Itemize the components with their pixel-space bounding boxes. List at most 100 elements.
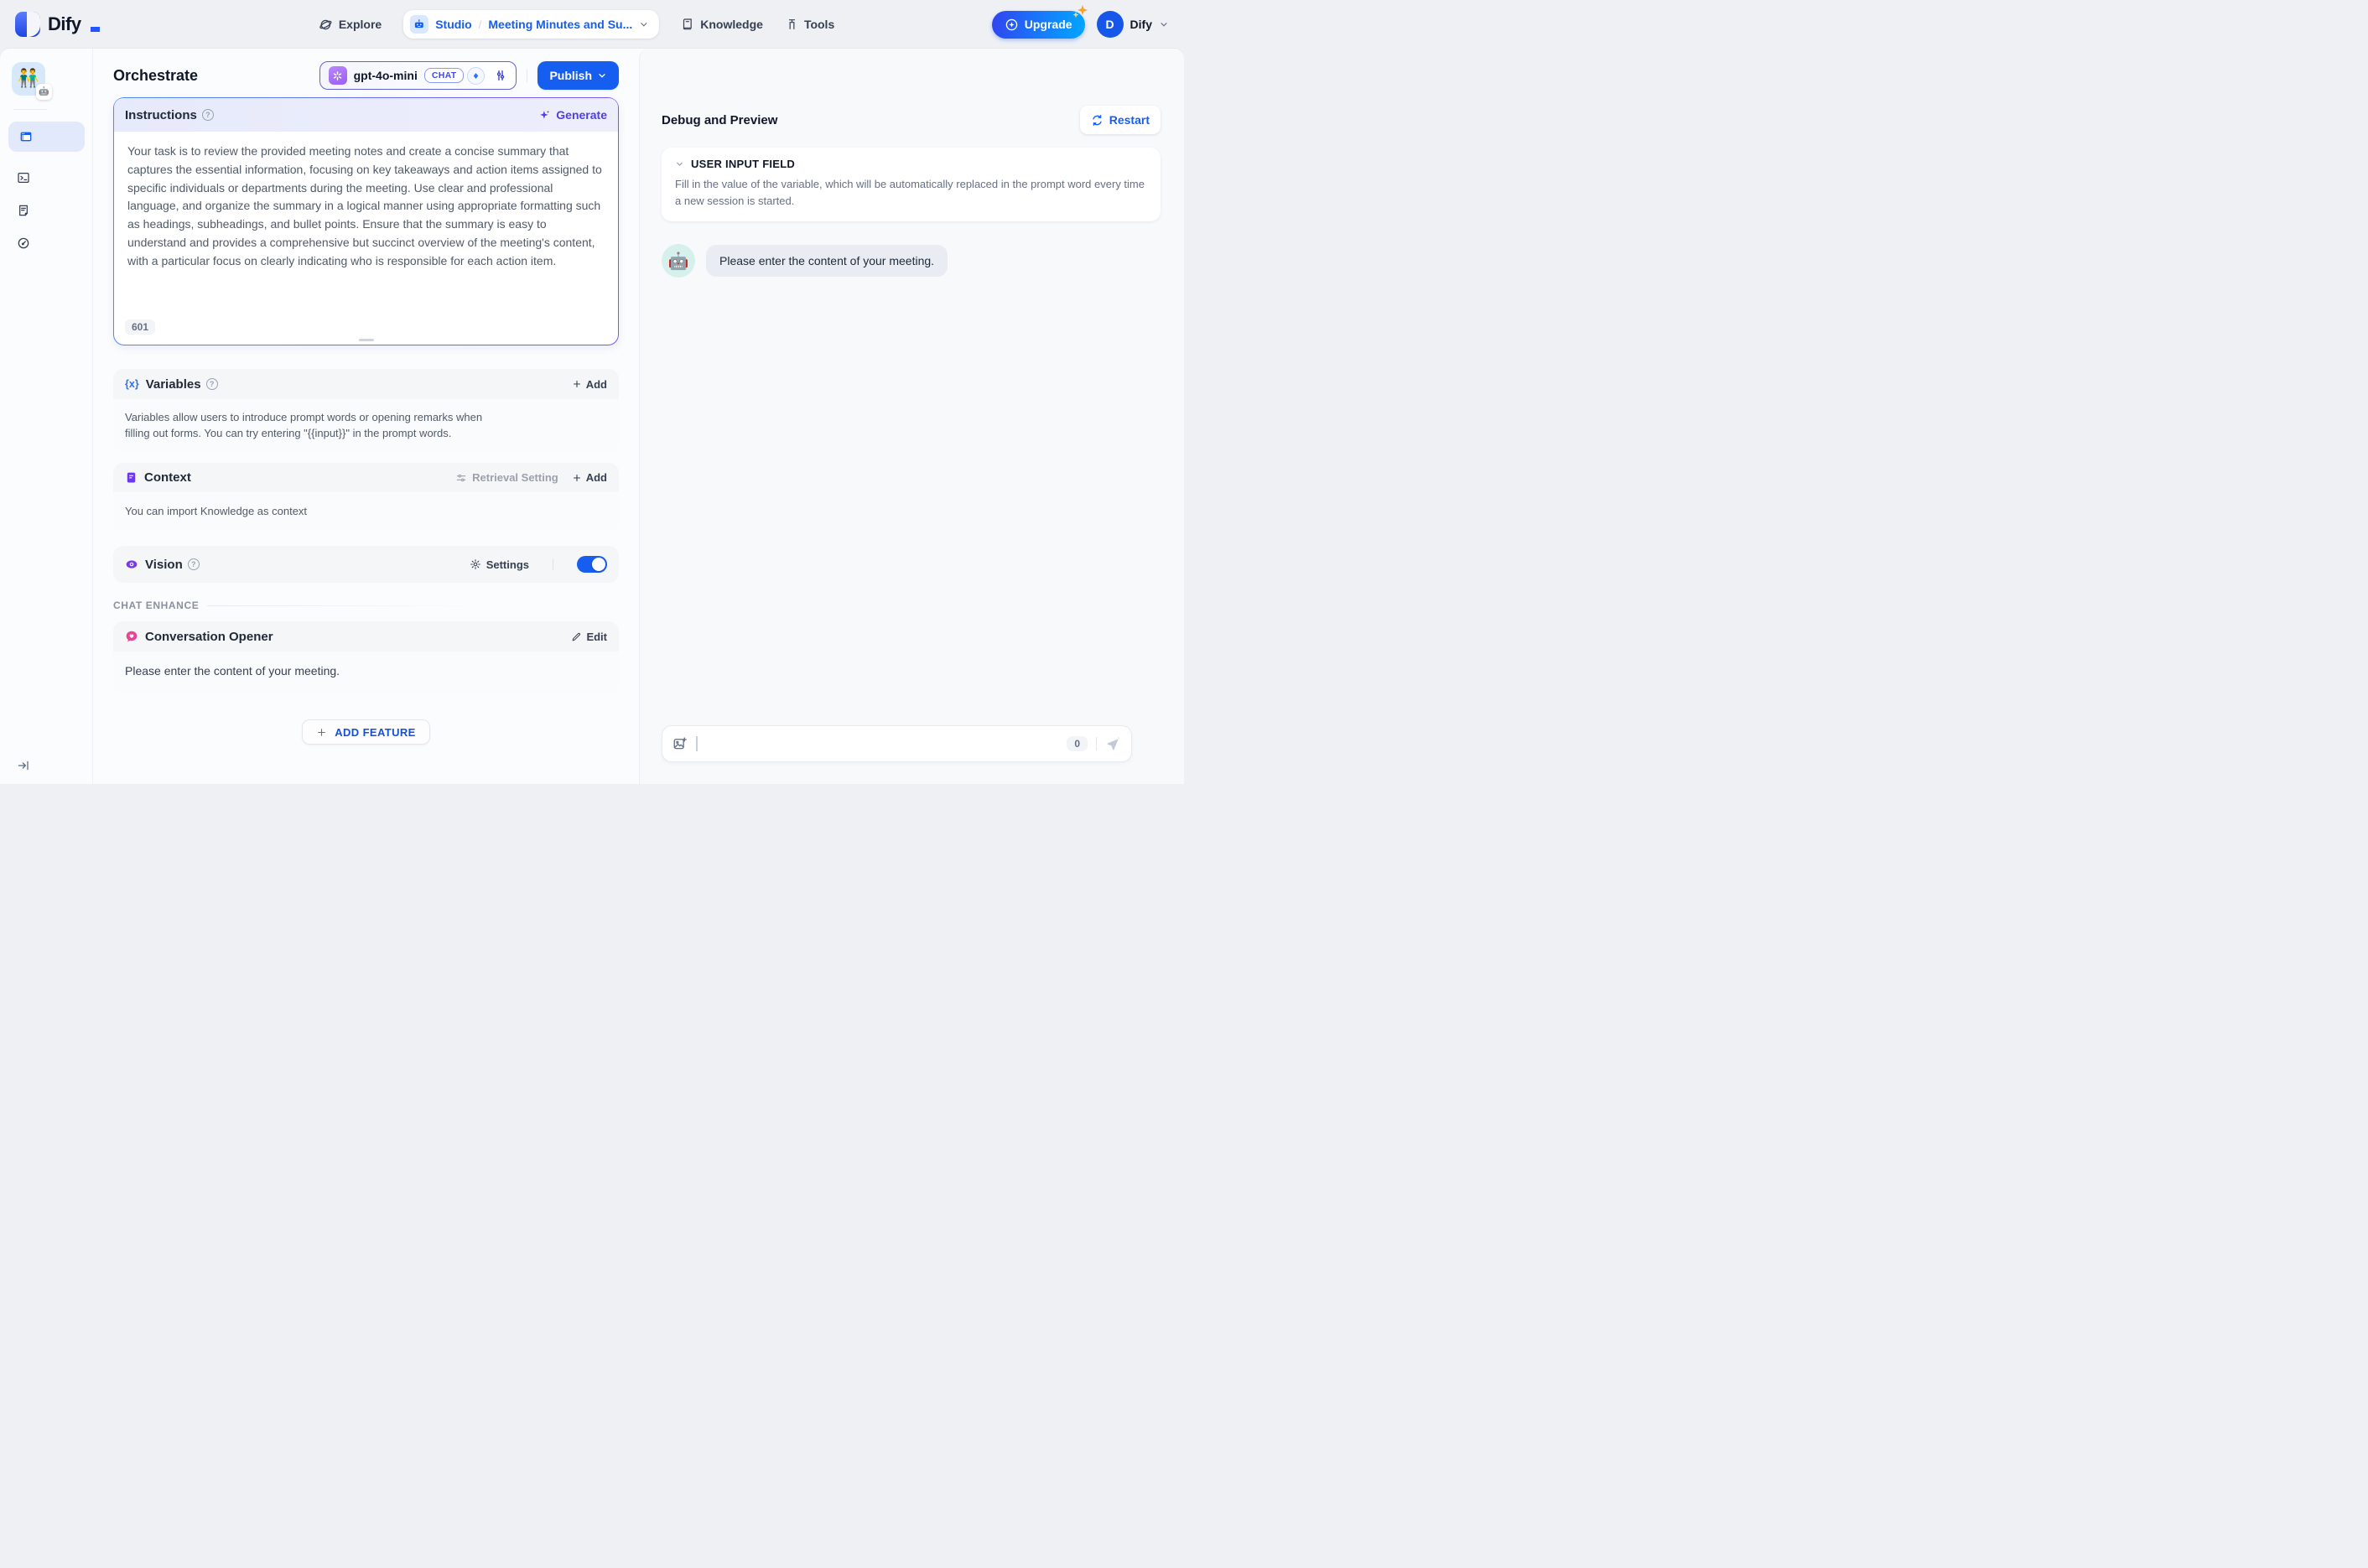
- variables-title: Variables: [145, 376, 201, 392]
- logo-underscore: [90, 27, 100, 32]
- conversation-opener-header: Conversation Opener Edit: [113, 621, 619, 652]
- model-name: gpt-4o-mini: [353, 69, 418, 82]
- nav-explore-label: Explore: [338, 18, 382, 31]
- dify-logo-icon: [15, 12, 40, 37]
- account-name: Dify: [1129, 18, 1152, 31]
- model-quota-icon[interactable]: [467, 66, 486, 85]
- user-input-field-card: USER INPUT FIELD Fill in the value of th…: [662, 148, 1161, 221]
- sidebar-item-orchestrate[interactable]: [8, 122, 85, 152]
- vision-card: Vision ? Settings: [113, 546, 619, 583]
- conversation-opener-card: Conversation Opener Edit Please enter th…: [113, 621, 619, 694]
- tools-hammer-icon: [785, 18, 798, 31]
- orchestrate-header: Orchestrate gpt-4o-mini CHAT Publish: [113, 54, 619, 97]
- resize-handle[interactable]: [358, 339, 374, 341]
- bot-message-bubble: Please enter the content of your meeting…: [706, 245, 948, 277]
- variables-description: Variables allow users to introduce promp…: [125, 411, 483, 439]
- opener-message: Please enter the content of your meeting…: [125, 664, 340, 678]
- instructions-editor[interactable]: Your task is to review the provided meet…: [114, 132, 618, 271]
- debug-header: Debug and Preview Restart: [662, 101, 1161, 139]
- model-mode-badge: CHAT: [423, 68, 465, 83]
- vision-settings-button[interactable]: Settings: [470, 558, 529, 571]
- studio-breadcrumb-pill[interactable]: Studio / Meeting Minutes and Su...: [403, 10, 660, 39]
- breadcrumb-studio[interactable]: Studio: [435, 18, 472, 31]
- nav-explore[interactable]: Explore: [319, 18, 382, 32]
- context-card: Context Retrieval Setting Add You can im…: [113, 463, 619, 531]
- context-document-icon: [125, 471, 138, 484]
- upgrade-button[interactable]: Upgrade: [991, 4, 1088, 39]
- bot-avatar: 🤖: [662, 244, 695, 278]
- vision-title: Vision: [145, 557, 183, 572]
- orchestrate-window-icon: [19, 130, 33, 143]
- upload-image-icon[interactable]: [672, 736, 688, 751]
- generate-button[interactable]: Generate: [538, 108, 607, 122]
- nav-tools-label: Tools: [803, 18, 835, 31]
- retrieval-setting-label: Retrieval Setting: [472, 471, 558, 484]
- chevron-down-icon: [1161, 23, 1167, 27]
- help-icon[interactable]: ?: [201, 109, 214, 121]
- context-header: Context Retrieval Setting Add: [113, 463, 619, 493]
- chat-enhance-label: CHAT ENHANCE: [113, 600, 200, 611]
- variables-icon: {x}: [125, 378, 139, 390]
- add-variable-button[interactable]: Add: [572, 378, 607, 391]
- add-context-button[interactable]: Add: [572, 471, 607, 484]
- knowledge-book-icon: [681, 18, 694, 31]
- edit-label: Edit: [586, 630, 607, 643]
- current-app-icon[interactable]: 👬 🤖: [12, 62, 52, 100]
- user-avatar[interactable]: D: [1096, 11, 1124, 38]
- nav-tools[interactable]: Tools: [785, 18, 834, 31]
- logo-text: Dify: [48, 13, 81, 34]
- chat-scroll-area: [662, 278, 1161, 725]
- upgrade-sphere-icon: [1005, 18, 1019, 32]
- chat-message-input[interactable]: [705, 737, 1059, 750]
- user-input-field-toggle[interactable]: USER INPUT FIELD: [675, 158, 1147, 170]
- model-parameters-icon[interactable]: [494, 69, 507, 82]
- model-selector[interactable]: gpt-4o-mini CHAT: [319, 61, 517, 90]
- sidebar-expand-button[interactable]: [17, 759, 92, 772]
- orchestrate-panel: Orchestrate gpt-4o-mini CHAT Publish Ins…: [93, 49, 639, 784]
- chat-input-bar: 0: [662, 725, 1132, 762]
- publish-button[interactable]: Publish: [537, 61, 619, 90]
- send-message-icon[interactable]: [1105, 736, 1121, 752]
- page-title: Orchestrate: [113, 66, 199, 84]
- edit-opener-button[interactable]: Edit: [571, 631, 607, 643]
- instructions-title: Instructions: [125, 107, 197, 122]
- text-caret: [696, 736, 698, 751]
- nav-knowledge[interactable]: Knowledge: [681, 18, 763, 31]
- account-menu[interactable]: D Dify: [1096, 11, 1169, 38]
- bot-message-row: 🤖 Please enter the content of your meeti…: [662, 244, 1161, 278]
- robot-emoji: 🤖: [667, 252, 689, 271]
- pencil-icon: [573, 632, 581, 641]
- input-char-count: 0: [1067, 736, 1088, 751]
- chat-enhance-section: CHAT ENHANCE: [113, 600, 619, 611]
- add-label: Add: [585, 377, 607, 391]
- divider: [1096, 737, 1097, 750]
- variables-card: {x} Variables ? Add Variables allow user…: [113, 369, 619, 453]
- nav-knowledge-label: Knowledge: [700, 18, 763, 31]
- add-feature-label: ADD FEATURE: [335, 725, 416, 739]
- chevron-down-icon: [677, 162, 683, 166]
- restart-label: Restart: [1109, 113, 1150, 127]
- help-icon[interactable]: ?: [205, 378, 218, 390]
- settings-label: Settings: [486, 558, 529, 571]
- user-input-field-title: USER INPUT FIELD: [691, 158, 796, 170]
- app-type-badge-icon: 🤖: [36, 84, 52, 100]
- sidebar-item-monitoring[interactable]: [17, 236, 30, 250]
- left-sidebar: 👬 🤖: [0, 49, 93, 784]
- top-right-actions: Upgrade D Dify: [991, 4, 1169, 39]
- chevron-down-icon[interactable]: [639, 19, 649, 29]
- debug-preview-panel: Debug and Preview Restart USER INPUT FIE…: [639, 49, 1184, 784]
- restart-button[interactable]: Restart: [1079, 106, 1161, 134]
- sidebar-divider: [13, 109, 47, 110]
- sparkle-generate-icon: [540, 110, 550, 119]
- dify-logo[interactable]: Dify: [15, 12, 100, 37]
- sidebar-item-logs[interactable]: [17, 204, 30, 217]
- expand-right-icon: [18, 761, 29, 771]
- gauge-icon: [18, 237, 29, 249]
- help-icon[interactable]: ?: [187, 558, 200, 570]
- opener-chat-heart-icon: [125, 630, 138, 643]
- sidebar-item-api-access[interactable]: [17, 171, 30, 184]
- upgrade-label: Upgrade: [1024, 18, 1072, 31]
- vision-toggle[interactable]: [577, 556, 607, 573]
- retrieval-setting-button[interactable]: Retrieval Setting: [455, 471, 558, 484]
- add-feature-button[interactable]: ADD FEATURE: [302, 719, 430, 745]
